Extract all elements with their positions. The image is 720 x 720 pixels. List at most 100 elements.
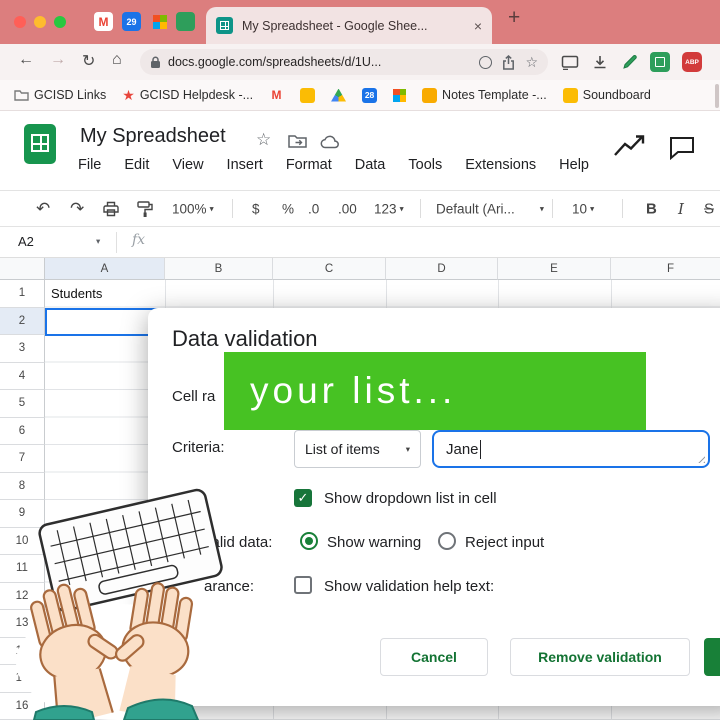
menu-help[interactable]: Help [559,157,589,173]
more-formats-button[interactable]: 123 ▾ [374,201,404,216]
tab-close-icon[interactable]: × [474,18,482,34]
back-icon[interactable]: ← [18,51,34,69]
paint-format-icon[interactable] [136,200,154,218]
menu-extensions[interactable]: Extensions [465,157,536,173]
row-header-4[interactable]: 4 [0,362,45,390]
scrollbar-thumb[interactable] [715,84,719,108]
help-text-checkbox[interactable] [294,576,312,594]
undo-icon[interactable]: ↶ [36,199,50,219]
selected-cell-a2[interactable] [45,307,165,336]
star-document-icon[interactable]: ☆ [256,130,271,150]
home-icon[interactable]: ⌂ [112,51,122,69]
gmail-letter: M [98,14,109,29]
column-header-E[interactable]: E [498,258,611,280]
bookmark-yellow-app[interactable] [300,87,316,103]
bookmarks-bar: GCISD Links ★ GCISD Helpdesk -... M 28 N… [0,80,720,111]
menu-file[interactable]: File [78,157,101,173]
chevron-down-icon[interactable]: ▾ [96,236,100,247]
cloud-status-icon[interactable] [320,135,341,154]
save-button[interactable] [704,638,720,676]
format-percent-button[interactable]: % [282,201,294,216]
column-header-C[interactable]: C [273,258,386,280]
print-icon[interactable] [102,200,120,218]
menu-tools[interactable]: Tools [408,157,442,173]
zoom-value: 100% [172,201,207,216]
column-header-F[interactable]: F [611,258,720,280]
items-input[interactable]: Jane [432,430,710,468]
reject-input-label: Reject input [465,534,545,551]
download-icon[interactable] [590,52,610,72]
bookmark-soundboard[interactable]: Soundboard [562,87,651,103]
bookmark-gmail[interactable]: M [269,88,284,103]
show-dropdown-checkbox[interactable]: ✓ [294,489,312,507]
window-close-button[interactable] [14,16,26,28]
row-header-5[interactable]: 5 [0,390,45,418]
bookmark-drive[interactable] [331,88,347,102]
row-header-1[interactable]: 1 [0,280,45,308]
calendar-icon[interactable]: 29 [122,12,141,31]
column-header-B[interactable]: B [165,258,273,280]
criteria-dropdown[interactable]: List of items ▾ [294,430,421,468]
zoom-select[interactable]: 100% ▾ [172,201,214,216]
comment-icon[interactable] [668,135,696,165]
menu-data[interactable]: Data [355,157,386,173]
strikethrough-button[interactable]: S [704,200,714,217]
name-box[interactable]: A2 [18,234,34,249]
bookmark-calendar[interactable]: 28 [362,87,378,103]
row-header-3[interactable]: 3 [0,335,45,363]
address-bar[interactable]: docs.google.com/spreadsheets/d/1U... ☆ [140,49,548,75]
font-select[interactable]: Default (Ari... ▾ [436,201,544,216]
bookmark-star-icon[interactable]: ☆ [525,54,538,71]
remove-validation-button[interactable]: Remove validation [510,638,690,676]
reload-icon[interactable]: ↻ [82,51,95,71]
row-header-2[interactable]: 2 [0,307,45,335]
move-folder-icon[interactable] [288,134,307,153]
bookmark-notes-template[interactable]: Notes Template -... [422,87,547,103]
document-title[interactable]: My Spreadsheet [80,125,226,148]
resize-handle-icon[interactable] [696,454,705,463]
window-zoom-button[interactable] [54,16,66,28]
select-all-corner[interactable] [0,258,45,280]
edit-pencil-icon[interactable] [620,52,640,72]
italic-button[interactable]: I [678,200,684,218]
browser-tab[interactable]: My Spreadsheet - Google Shee... × [206,7,492,44]
decrease-decimal-button[interactable]: .0 [308,201,319,216]
menu-bar: File Edit View Insert Format Data Tools … [78,157,589,173]
new-tab-button[interactable]: + [508,6,520,30]
row-header-6[interactable]: 6 [0,417,45,445]
bold-button[interactable]: B [646,200,657,217]
menu-edit[interactable]: Edit [124,157,149,173]
forward-icon[interactable]: → [50,51,66,69]
redo-icon[interactable]: ↷ [70,199,84,219]
menu-format[interactable]: Format [286,157,332,173]
gmail-icon: M [271,88,282,102]
column-header-D[interactable]: D [386,258,498,280]
flag-icon[interactable] [150,12,169,31]
doc-icon [422,87,438,103]
share-icon[interactable] [502,54,515,70]
search-mode-icon[interactable] [479,55,493,69]
pinned-app-icon[interactable] [176,12,195,31]
window-minimize-button[interactable] [34,16,46,28]
cell-a1[interactable]: Students [51,280,102,308]
cancel-button[interactable]: Cancel [380,638,488,676]
sheets-logo[interactable] [24,124,56,164]
format-currency-button[interactable]: $ [252,201,260,216]
extension-icon[interactable] [650,52,670,72]
bookmark-flag[interactable] [393,88,407,102]
bookmark-gcisd-links[interactable]: GCISD Links [14,88,106,102]
bookmark-gcisd-helpdesk[interactable]: ★ GCISD Helpdesk -... [122,87,253,104]
adblock-badge[interactable]: ABP [682,52,702,72]
menu-insert[interactable]: Insert [227,157,263,173]
font-size-select[interactable]: 10 ▾ [572,201,594,216]
show-dropdown-label: Show dropdown list in cell [324,490,497,507]
url-text: docs.google.com/spreadsheets/d/1U... [168,55,382,69]
show-warning-radio[interactable] [300,532,318,550]
increase-decimal-button[interactable]: .00 [338,201,357,216]
column-header-A[interactable]: A [45,258,165,280]
reject-input-radio[interactable] [438,532,456,550]
insights-icon[interactable] [612,133,648,166]
gmail-icon[interactable]: M [94,12,113,31]
menu-view[interactable]: View [172,157,203,173]
cast-icon[interactable] [560,52,580,72]
